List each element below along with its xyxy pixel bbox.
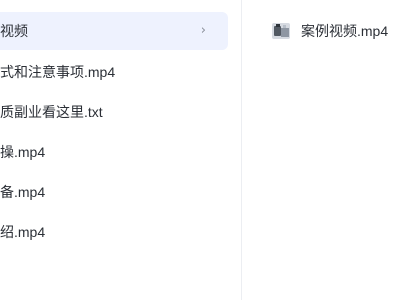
file-item-label: 优质副业看这里.txt	[0, 104, 103, 120]
file-list-pane: 案例视频.mp4	[242, 0, 400, 300]
file-item-label: 准备.mp4	[0, 184, 46, 200]
file-item-label: 方式和注意事项.mp4	[0, 64, 116, 80]
chevron-right-icon: ›	[200, 23, 206, 38]
video-thumbnail-icon	[272, 23, 290, 39]
file-item-prep-video[interactable]: 准备.mp4	[0, 173, 227, 211]
folder-item-label: 视频	[0, 23, 28, 39]
file-item-notes-video[interactable]: 方式和注意事项.mp4	[0, 53, 227, 91]
file-item-label: 案例视频.mp4	[301, 23, 389, 39]
folder-list-pane: 视频 › 方式和注意事项.mp4 优质副业看这里.txt 实操.mp4 准备.m…	[0, 0, 240, 300]
file-item-case-video[interactable]: 案例视频.mp4	[272, 20, 388, 42]
file-item-label: 介绍.mp4	[0, 224, 46, 240]
file-item-intro-video[interactable]: 介绍.mp4	[0, 213, 227, 251]
folder-item-video[interactable]: 视频 ›	[0, 12, 228, 50]
file-item-practice-video[interactable]: 实操.mp4	[0, 133, 227, 171]
file-item-txt[interactable]: 优质副业看这里.txt	[0, 93, 227, 131]
file-item-label: 实操.mp4	[0, 144, 46, 160]
